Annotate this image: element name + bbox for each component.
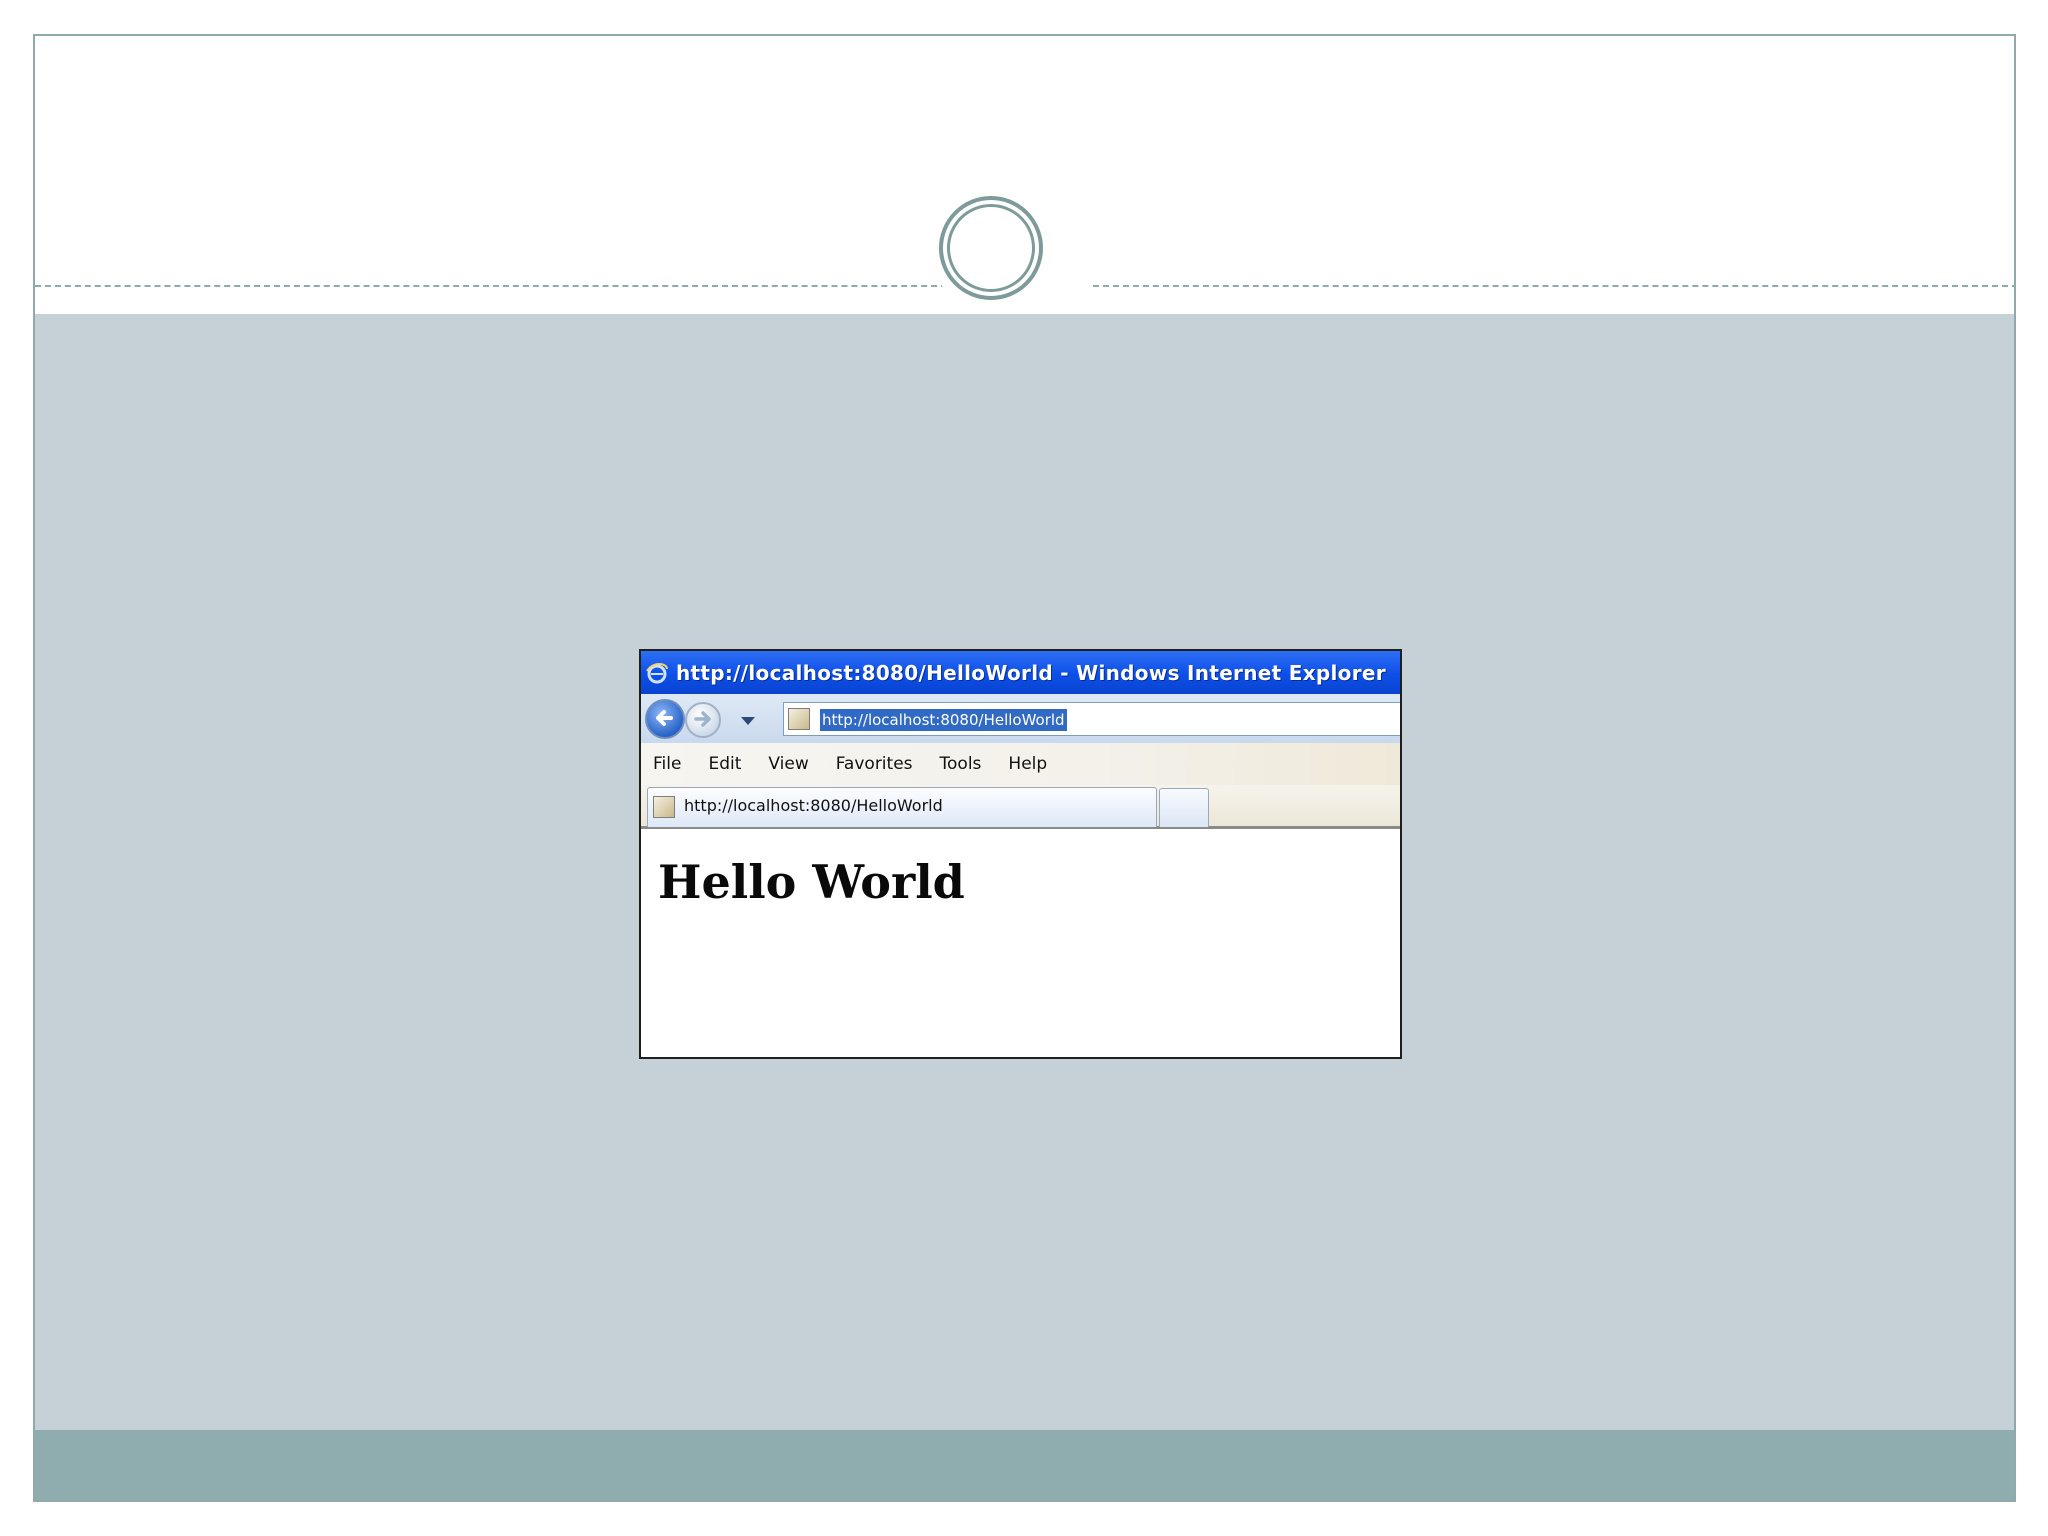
menu-help[interactable]: Help	[1008, 754, 1047, 774]
navigation-bar: http://localhost:8080/HelloWorld	[641, 694, 1400, 744]
menu-bar: File Edit View Favorites Tools Help	[641, 743, 1400, 785]
header-divider-right	[1093, 285, 2014, 287]
arrow-right-icon	[694, 711, 711, 727]
address-url[interactable]: http://localhost:8080/HelloWorld	[820, 709, 1067, 731]
header-divider-left	[35, 285, 957, 287]
ornament-ring-inner	[947, 204, 1035, 292]
menu-file[interactable]: File	[653, 754, 681, 774]
slide-footer	[35, 1430, 2014, 1500]
menu-view[interactable]: View	[768, 754, 808, 774]
page-heading: Hello World	[658, 855, 965, 909]
arrow-left-icon	[656, 710, 673, 726]
ie-icon	[646, 662, 668, 683]
page-content: Hello World	[641, 829, 1400, 1057]
window-titlebar: http://localhost:8080/HelloWorld - Windo…	[641, 651, 1400, 694]
forward-button[interactable]	[685, 702, 721, 738]
address-bar[interactable]: http://localhost:8080/HelloWorld	[783, 702, 1400, 736]
page-icon	[788, 708, 810, 730]
history-dropdown-icon[interactable]	[741, 717, 755, 725]
window-title: http://localhost:8080/HelloWorld - Windo…	[676, 660, 1386, 685]
new-tab-button[interactable]	[1159, 788, 1209, 827]
page-icon	[653, 796, 675, 818]
menu-tools[interactable]: Tools	[940, 754, 982, 774]
tab-label: http://localhost:8080/HelloWorld	[684, 796, 943, 815]
tab-bar: http://localhost:8080/HelloWorld	[641, 785, 1400, 829]
tab-current[interactable]: http://localhost:8080/HelloWorld	[647, 787, 1157, 827]
browser-screenshot: http://localhost:8080/HelloWorld - Windo…	[639, 649, 1402, 1059]
back-button[interactable]	[645, 699, 685, 739]
menu-edit[interactable]: Edit	[708, 754, 741, 774]
menu-favorites[interactable]: Favorites	[836, 754, 913, 774]
